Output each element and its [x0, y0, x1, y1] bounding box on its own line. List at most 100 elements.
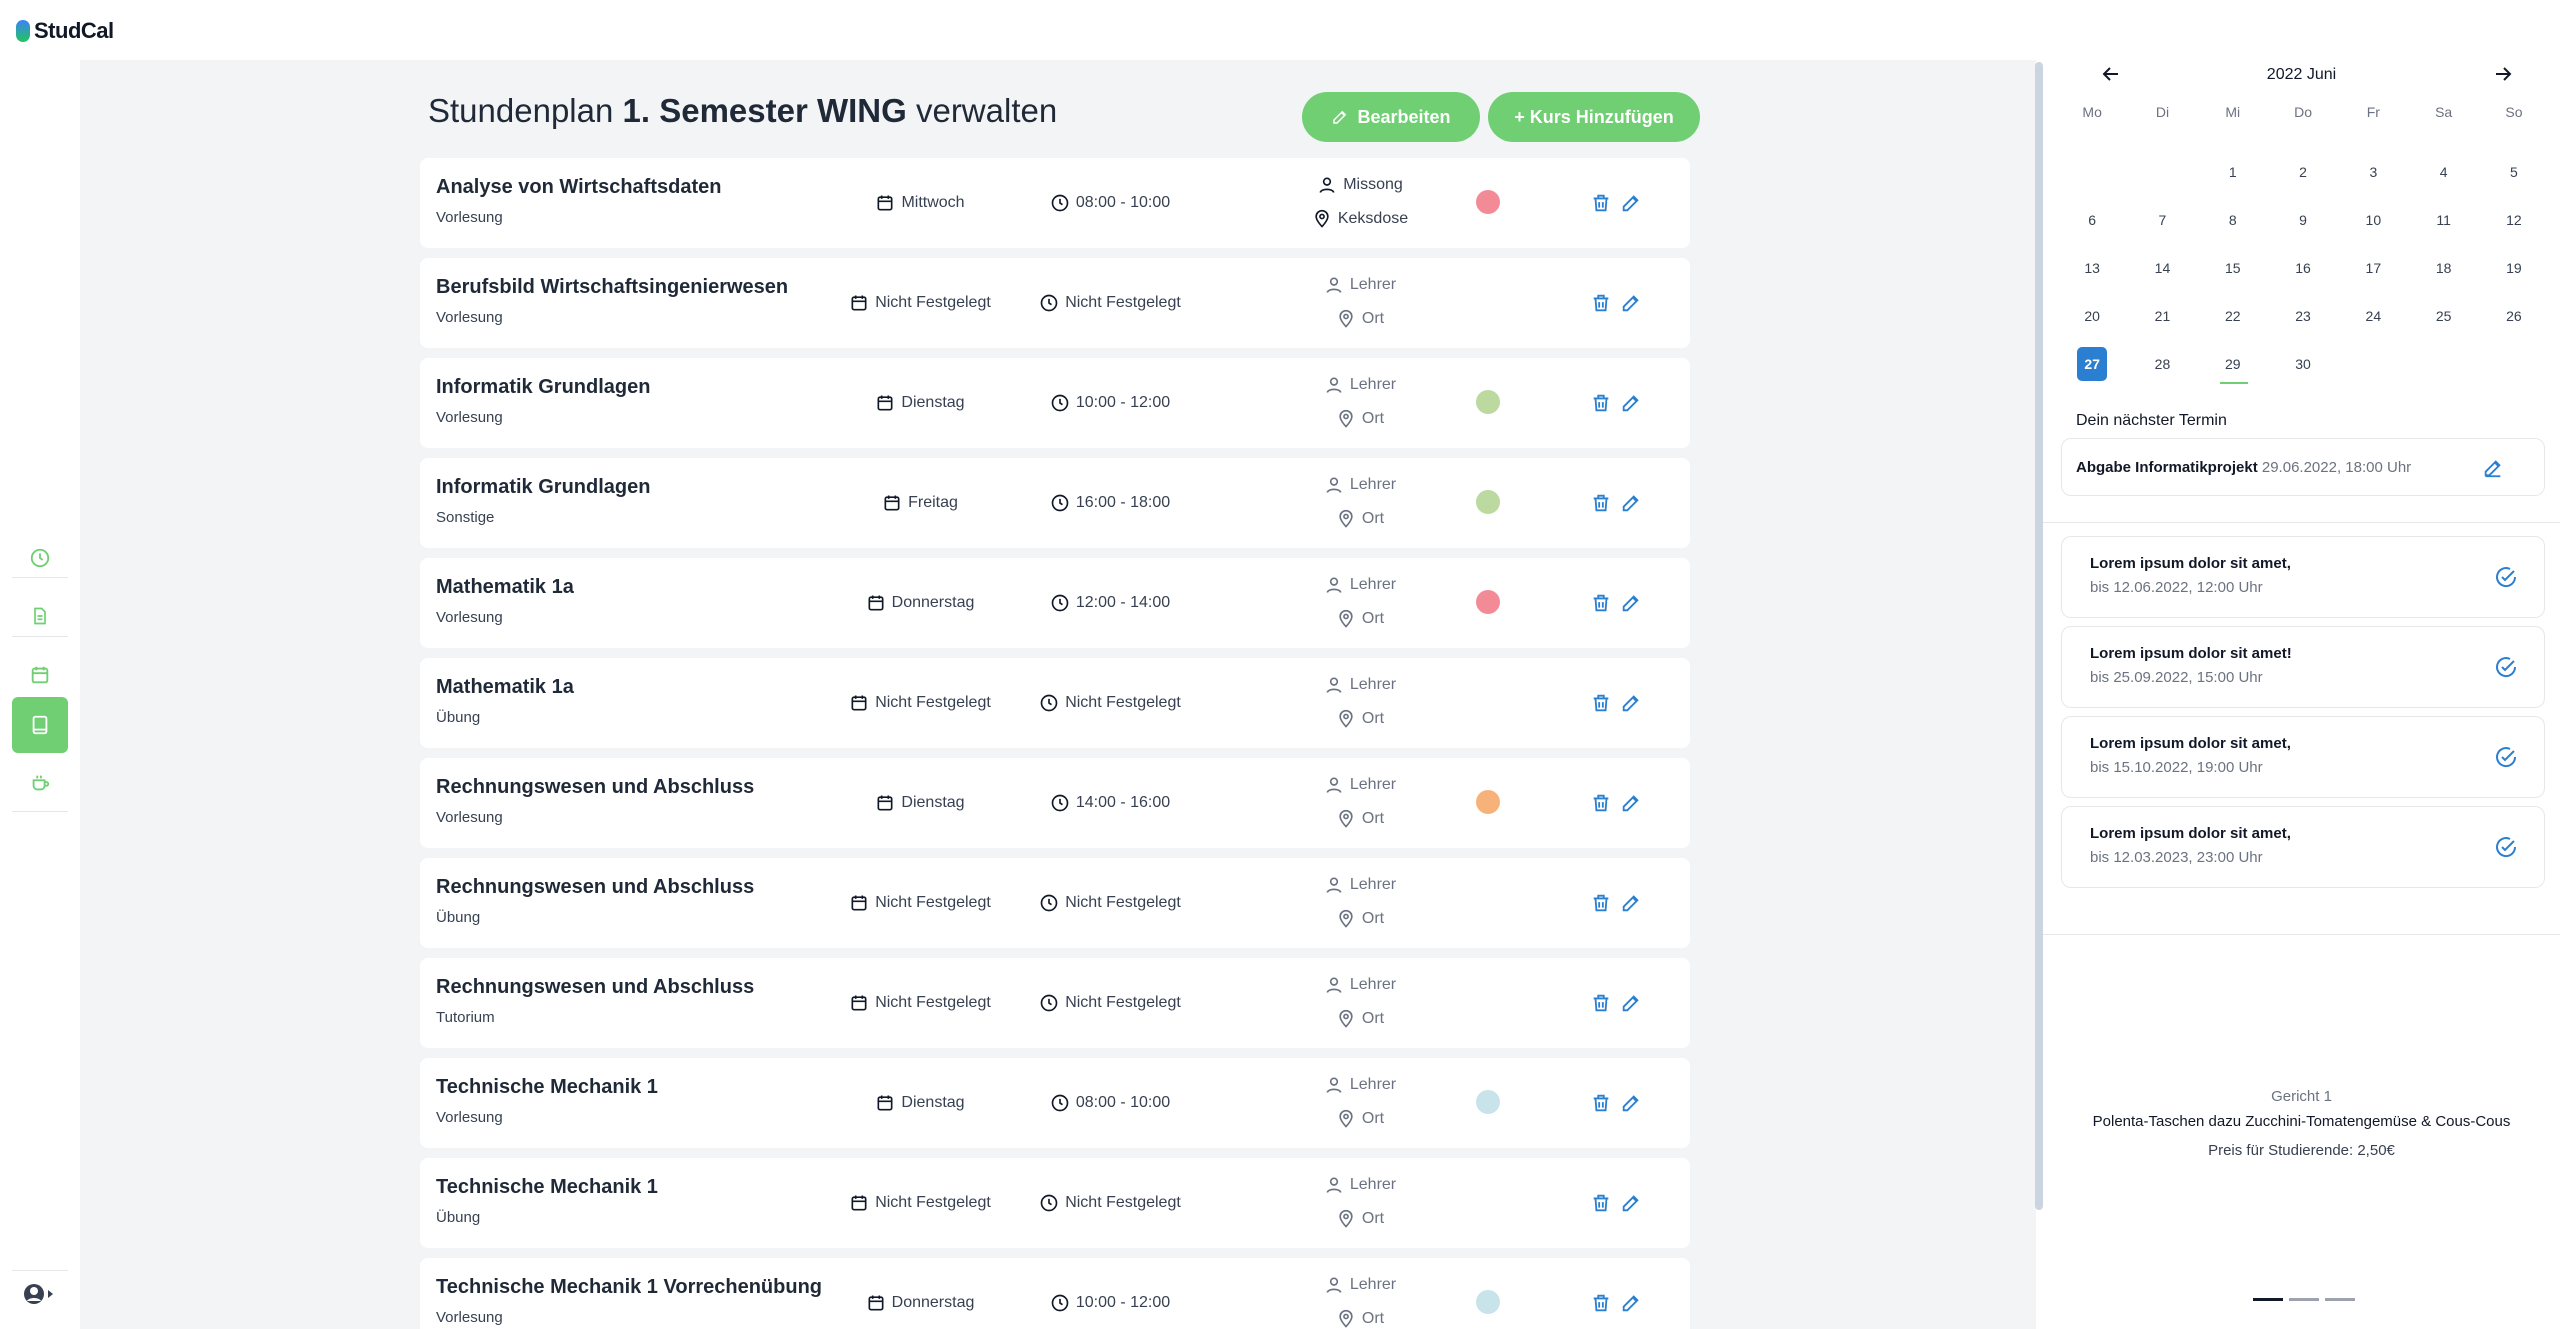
course-name-block: Analyse von Wirtschaftsdaten Vorlesung [436, 176, 721, 226]
clock-icon [30, 548, 50, 568]
main-scrollbar[interactable] [2035, 62, 2043, 1210]
calendar-day[interactable]: 7 [2127, 196, 2197, 244]
course-row[interactable]: Berufsbild Wirtschaftsingenierwesen Vorle… [420, 258, 1690, 348]
nav-calendar[interactable] [12, 647, 68, 703]
delete-course-button[interactable] [1590, 492, 1612, 514]
calendar-day[interactable]: 4 [2408, 148, 2478, 196]
course-row[interactable]: Rechnungswesen und Abschluss Tutorium Nich… [420, 958, 1690, 1048]
check-circle-icon [2496, 567, 2517, 588]
course-row[interactable]: Informatik Grundlagen Sonstige Freitag 16:0… [420, 458, 1690, 548]
calendar-day[interactable]: 15 [2198, 244, 2268, 292]
carousel-dot[interactable] [2289, 1298, 2319, 1301]
calendar-day[interactable]: 9 [2268, 196, 2338, 244]
delete-course-button[interactable] [1590, 192, 1612, 214]
edit-course-button[interactable] [1620, 992, 1642, 1014]
edit-course-button[interactable] [1620, 492, 1642, 514]
course-actions [1590, 1158, 1642, 1248]
course-row[interactable]: Analyse von Wirtschaftsdaten Vorlesung Mit… [420, 158, 1690, 248]
calendar-day[interactable]: 28 [2127, 340, 2197, 388]
calendar-day[interactable]: 23 [2268, 292, 2338, 340]
calendar-day[interactable]: 22 [2198, 292, 2268, 340]
delete-course-button[interactable] [1590, 592, 1612, 614]
course-meta: Lehrer Ort [1260, 568, 1460, 636]
course-row[interactable]: Mathematik 1a Übung Nicht Festgelegt Nicht … [420, 658, 1690, 748]
course-row[interactable]: Technische Mechanik 1 Vorlesung Dienstag 08… [420, 1058, 1690, 1148]
next-event-card[interactable]: Abgabe Informatikprojekt 29.06.2022, 18:… [2061, 438, 2545, 496]
calendar-day[interactable]: 14 [2127, 244, 2197, 292]
app-name: StudCal [34, 18, 114, 43]
delete-course-button[interactable] [1590, 292, 1612, 314]
delete-course-button[interactable] [1590, 692, 1612, 714]
calendar-day[interactable]: 24 [2338, 292, 2408, 340]
course-day: Freitag [840, 458, 1000, 548]
course-row[interactable]: Rechnungswesen und Abschluss Übung Nicht F… [420, 858, 1690, 948]
calendar-day[interactable]: 20 [2057, 292, 2127, 340]
edit-course-button[interactable] [1620, 192, 1642, 214]
edit-course-button[interactable] [1620, 592, 1642, 614]
nav-mensa[interactable] [12, 755, 68, 811]
calendar-day[interactable]: 26 [2479, 292, 2549, 340]
calendar-day[interactable]: 13 [2057, 244, 2127, 292]
edit-course-button[interactable] [1620, 1092, 1642, 1114]
course-location: Ort [1260, 402, 1460, 436]
calendar-day[interactable]: 16 [2268, 244, 2338, 292]
calendar-next-button[interactable] [2491, 62, 2515, 91]
edit-course-button[interactable] [1620, 892, 1642, 914]
calendar-day[interactable]: 2 [2268, 148, 2338, 196]
delete-course-button[interactable] [1590, 992, 1612, 1014]
course-day: Donnerstag [840, 1258, 1000, 1329]
calendar-day-today[interactable]: 27 [2057, 340, 2127, 388]
add-course-button[interactable]: + Kurs Hinzufügen [1488, 92, 1700, 142]
calendar-day[interactable]: 8 [2198, 196, 2268, 244]
calendar-day[interactable]: 11 [2408, 196, 2478, 244]
carousel-dot[interactable] [2325, 1298, 2355, 1301]
todo-complete-button[interactable] [2494, 655, 2518, 684]
calendar-day[interactable]: 10 [2338, 196, 2408, 244]
course-row[interactable]: Rechnungswesen und Abschluss Vorlesung Die… [420, 758, 1690, 848]
calendar-day[interactable]: 30 [2268, 340, 2338, 388]
todo-card[interactable]: Lorem ipsum dolor sit amet! bis 25.09.202… [2061, 626, 2545, 708]
edit-course-button[interactable] [1620, 292, 1642, 314]
carousel-dot-active[interactable] [2253, 1298, 2283, 1301]
todo-complete-button[interactable] [2494, 745, 2518, 774]
delete-course-button[interactable] [1590, 892, 1612, 914]
calendar-day[interactable]: 19 [2479, 244, 2549, 292]
delete-course-button[interactable] [1590, 1292, 1612, 1314]
course-row[interactable]: Technische Mechanik 1 Vorrechenübung Vorl… [420, 1258, 1690, 1329]
edit-course-button[interactable] [1620, 692, 1642, 714]
calendar-day[interactable]: 3 [2338, 148, 2408, 196]
todo-complete-button[interactable] [2494, 565, 2518, 594]
calendar-day[interactable]: 1 [2198, 148, 2268, 196]
calendar-day[interactable]: 29 [2198, 340, 2268, 388]
nav-schedule[interactable] [12, 697, 68, 753]
todo-complete-button[interactable] [2494, 835, 2518, 864]
calendar-icon [884, 495, 900, 511]
next-event-edit-button[interactable] [2482, 457, 2504, 484]
calendar-day[interactable]: 12 [2479, 196, 2549, 244]
user-menu[interactable] [22, 1282, 56, 1311]
edit-course-button[interactable] [1620, 1192, 1642, 1214]
edit-course-button[interactable] [1620, 792, 1642, 814]
edit-course-button[interactable] [1620, 1292, 1642, 1314]
calendar-day[interactable]: 17 [2338, 244, 2408, 292]
calendar-day[interactable]: 18 [2408, 244, 2478, 292]
edit-button[interactable]: Bearbeiten [1302, 92, 1480, 142]
person-icon [1326, 1077, 1342, 1093]
calendar-day[interactable]: 25 [2408, 292, 2478, 340]
todo-card[interactable]: Lorem ipsum dolor sit amet, bis 12.06.202… [2061, 536, 2545, 618]
course-row[interactable]: Informatik Grundlagen Vorlesung Dienstag 10… [420, 358, 1690, 448]
delete-course-button[interactable] [1590, 1092, 1612, 1114]
calendar-day[interactable]: 6 [2057, 196, 2127, 244]
course-row[interactable]: Mathematik 1a Vorlesung Donnerstag 12:00 - … [420, 558, 1690, 648]
course-row[interactable]: Technische Mechanik 1 Übung Nicht Festgele… [420, 1158, 1690, 1248]
todo-card[interactable]: Lorem ipsum dolor sit amet, bis 15.10.202… [2061, 716, 2545, 798]
delete-course-button[interactable] [1590, 792, 1612, 814]
calendar-day[interactable]: 21 [2127, 292, 2197, 340]
edit-course-button[interactable] [1620, 392, 1642, 414]
delete-course-button[interactable] [1590, 392, 1612, 414]
todo-card[interactable]: Lorem ipsum dolor sit amet, bis 12.03.202… [2061, 806, 2545, 888]
delete-course-button[interactable] [1590, 1192, 1612, 1214]
calendar-day[interactable]: 5 [2479, 148, 2549, 196]
calendar-prev-button[interactable] [2099, 62, 2123, 91]
calendar-icon [851, 695, 867, 711]
